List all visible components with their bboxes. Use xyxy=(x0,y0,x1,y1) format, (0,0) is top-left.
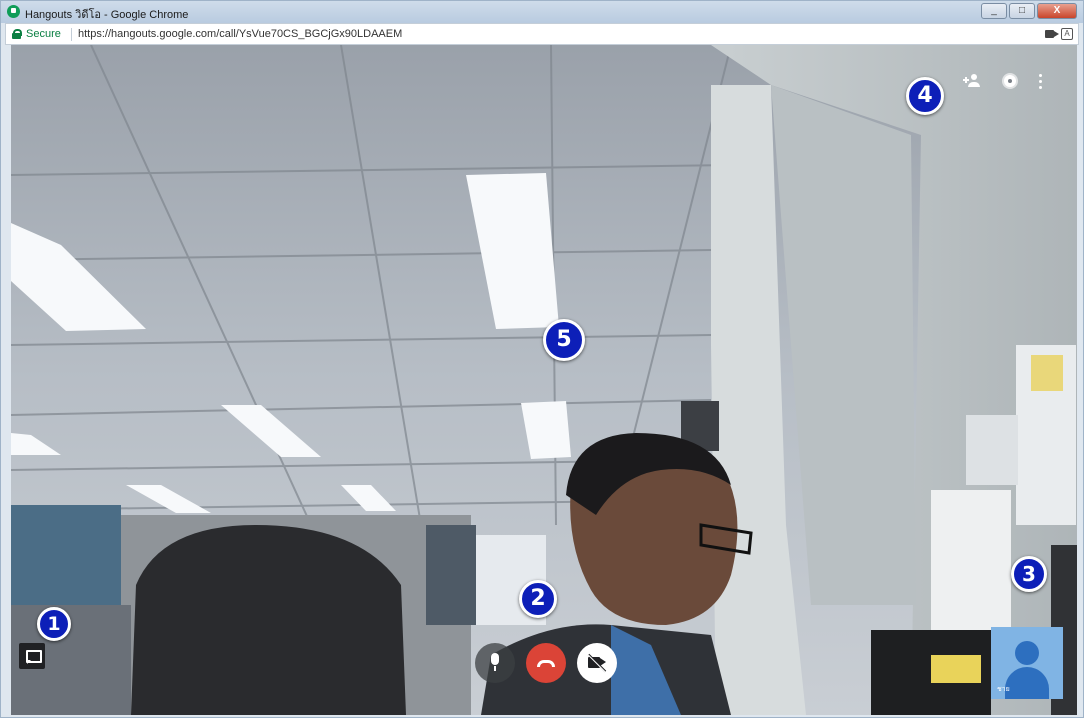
plus-icon-vertical xyxy=(965,77,967,83)
secure-label[interactable]: Secure xyxy=(26,28,61,40)
avatar-head xyxy=(1015,641,1039,665)
annotation-badge-4: 4 xyxy=(906,77,944,115)
divider xyxy=(71,28,72,41)
video-feed: ชาย 1 2 3 4 5 xyxy=(11,45,1077,715)
annotation-badge-1: 1 xyxy=(37,607,71,641)
browser-window: Hangouts วิดีโอ - Google Chrome _ □ X Se… xyxy=(0,0,1084,718)
window-title: Hangouts วิดีโอ - Google Chrome xyxy=(25,9,189,21)
self-video-tile[interactable]: ชาย xyxy=(991,627,1063,699)
title-bar: Hangouts วิดีโอ - Google Chrome _ □ X xyxy=(1,1,1083,23)
dot xyxy=(1039,86,1042,89)
chat-button[interactable] xyxy=(19,643,45,669)
lock-icon[interactable] xyxy=(12,29,22,39)
video-toggle-button[interactable] xyxy=(577,643,617,683)
hangouts-icon xyxy=(7,5,20,18)
window-controls: _ □ X xyxy=(981,3,1077,19)
translate-icon[interactable]: A xyxy=(1061,28,1073,40)
avatar-body xyxy=(1005,667,1049,699)
add-person-icon[interactable] xyxy=(963,73,981,89)
close-button[interactable]: X xyxy=(1037,3,1077,19)
dot xyxy=(1039,74,1042,77)
annotation-badge-2: 2 xyxy=(519,580,557,618)
gear-icon[interactable] xyxy=(1001,73,1019,89)
maximize-button[interactable]: □ xyxy=(1009,3,1035,19)
annotation-badge-5: 5 xyxy=(543,319,585,361)
url-text[interactable]: https://hangouts.google.com/call/YsVue70… xyxy=(78,28,402,40)
dot xyxy=(1039,80,1042,83)
mic-button[interactable] xyxy=(475,643,515,683)
hangup-button[interactable] xyxy=(526,643,566,683)
minimize-button[interactable]: _ xyxy=(981,3,1007,19)
address-bar[interactable]: Secure https://hangouts.google.com/call/… xyxy=(5,23,1079,45)
annotation-badge-3: 3 xyxy=(1011,556,1047,592)
phone-icon xyxy=(537,660,555,667)
camera-icon[interactable] xyxy=(1045,30,1059,38)
mic-icon xyxy=(491,653,499,671)
self-name-label: ชาย xyxy=(997,686,1010,693)
more-vert-icon[interactable] xyxy=(1035,73,1045,89)
